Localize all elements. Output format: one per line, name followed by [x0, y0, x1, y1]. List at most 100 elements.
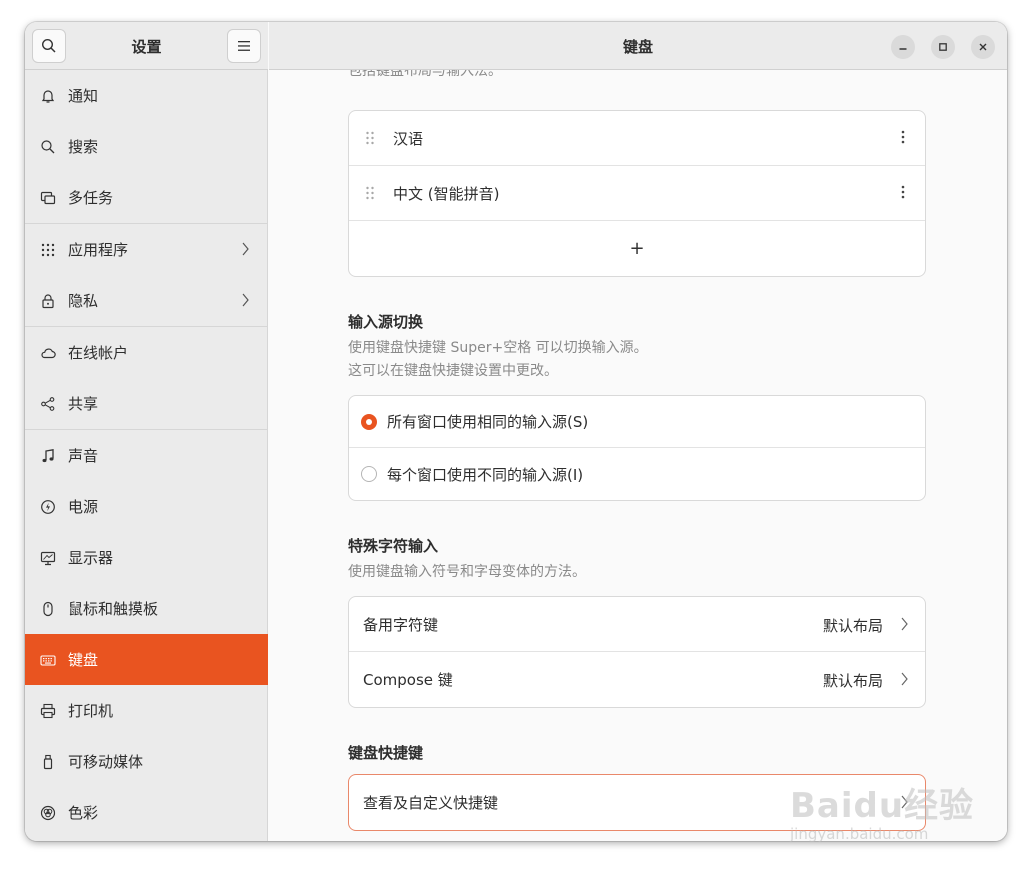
sidebar-item-multitasking[interactable]: 多任务 — [25, 172, 268, 223]
drag-handle-icon[interactable] — [365, 185, 377, 201]
sidebar-item-printers[interactable]: 打印机 — [25, 685, 268, 736]
sidebar-item-color[interactable]: 色彩 — [25, 787, 268, 838]
lock-icon — [39, 292, 57, 310]
sidebar-item-search[interactable]: 搜索 — [25, 121, 268, 172]
drag-handle-icon[interactable] — [365, 130, 377, 146]
maximize-button[interactable] — [931, 35, 955, 59]
radio-unchecked[interactable] — [361, 466, 377, 482]
view-customize-shortcuts-row[interactable]: 查看及自定义快捷键 — [349, 775, 925, 830]
main-menu-button[interactable] — [227, 29, 261, 63]
sidebar-item-label: 在线帐户 — [68, 344, 129, 362]
sidebar: 设置 通知 搜索 多任务 应用程序 隐私 在线帐户 共享 声音 电源 显示器 鼠… — [25, 22, 268, 841]
input-sources-list: 汉语 中文 (智能拼音) + — [348, 110, 926, 277]
sidebar-item-applications[interactable]: 应用程序 — [25, 224, 268, 275]
radio-checked[interactable] — [361, 413, 377, 430]
hamburger-icon — [238, 41, 250, 51]
special-chars-list: 备用字符键 默认布局 Compose 键 默认布局 — [348, 596, 926, 708]
row-label: 备用字符键 — [363, 615, 439, 634]
search-button[interactable] — [32, 29, 66, 63]
minimize-button[interactable] — [891, 35, 915, 59]
monitor-icon — [39, 549, 57, 567]
search-icon — [41, 38, 56, 53]
sidebar-item-label: 色彩 — [68, 804, 99, 822]
bell-icon — [39, 87, 57, 105]
add-label: + — [629, 238, 645, 259]
sidebar-item-removable-media[interactable]: 可移动媒体 — [25, 736, 268, 787]
sidebar-item-label: 声音 — [68, 447, 99, 465]
switching-description-line: 这可以在键盘快捷键设置中更改。 — [348, 363, 558, 379]
row-value: 默认布局 — [822, 617, 883, 635]
chevron-right-icon — [899, 616, 909, 636]
main-panel: 键盘 包括键盘布局与输入法。 汉语 中文 (智能拼音) + 输入源切换 使用键盘… — [269, 22, 1007, 841]
sidebar-item-label: 鼠标和触摸板 — [68, 600, 159, 618]
row-label: 查看及自定义快捷键 — [363, 794, 499, 812]
shortcuts-section-title: 键盘快捷键 — [348, 744, 424, 762]
input-sources-description: 包括键盘布局与输入法。 — [348, 70, 502, 79]
sidebar-item-notifications[interactable]: 通知 — [25, 70, 268, 121]
input-source-row[interactable]: 中文 (智能拼音) — [349, 166, 925, 221]
switching-description: 使用键盘快捷键 Super+空格 可以切换输入源。 这可以在键盘快捷键设置中更改… — [348, 337, 648, 383]
share-icon — [39, 395, 57, 413]
add-input-source-button[interactable]: + — [349, 221, 925, 276]
sidebar-item-label: 搜索 — [68, 138, 99, 156]
input-source-row[interactable]: 汉语 — [349, 111, 925, 166]
sidebar-item-label: 可移动媒体 — [68, 753, 144, 771]
chevron-right-icon — [240, 241, 250, 261]
chevron-right-icon — [240, 292, 250, 312]
power-icon — [39, 498, 57, 516]
content-scroll[interactable]: 包括键盘布局与输入法。 汉语 中文 (智能拼音) + 输入源切换 使用键盘快捷键… — [269, 70, 1007, 841]
row-label: Compose 键 — [363, 671, 453, 689]
input-source-label: 汉语 — [393, 129, 424, 148]
compose-key-row[interactable]: Compose 键 默认布局 — [349, 652, 925, 707]
sidebar-header: 设置 — [25, 22, 268, 70]
switching-section-title: 输入源切换 — [348, 313, 424, 331]
sidebar-item-label: 通知 — [68, 87, 99, 105]
color-wheel-icon — [39, 804, 57, 822]
app-grid-icon — [39, 241, 57, 259]
row-value: 默认布局 — [822, 672, 883, 690]
sidebar-item-mouse-touchpad[interactable]: 鼠标和触摸板 — [25, 583, 268, 634]
shortcuts-list: 查看及自定义快捷键 — [348, 774, 926, 831]
sidebar-item-sound[interactable]: 声音 — [25, 430, 268, 481]
same-source-option[interactable]: 所有窗口使用相同的输入源(S) — [349, 396, 925, 448]
chevron-right-icon — [899, 794, 909, 814]
sidebar-item-online-accounts[interactable]: 在线帐户 — [25, 327, 268, 378]
special-chars-description: 使用键盘输入符号和字母变体的方法。 — [348, 564, 586, 580]
sidebar-item-label: 打印机 — [68, 702, 114, 720]
alternate-chars-key-row[interactable]: 备用字符键 默认布局 — [349, 597, 925, 652]
music-note-icon — [39, 447, 57, 465]
sidebar-item-power[interactable]: 电源 — [25, 481, 268, 532]
sidebar-item-label: 应用程序 — [68, 241, 129, 259]
search-icon — [39, 138, 57, 156]
settings-window: 设置 通知 搜索 多任务 应用程序 隐私 在线帐户 共享 声音 电源 显示器 鼠… — [25, 22, 1007, 841]
usb-drive-icon — [39, 753, 57, 771]
per-window-source-option[interactable]: 每个窗口使用不同的输入源(I) — [349, 448, 925, 500]
option-label: 每个窗口使用不同的输入源(I) — [387, 465, 584, 484]
mouse-icon — [39, 600, 57, 618]
close-icon — [979, 43, 987, 51]
sidebar-item-label: 显示器 — [68, 549, 114, 567]
chevron-right-icon — [899, 671, 909, 691]
sidebar-item-label: 隐私 — [68, 292, 99, 310]
more-options-icon[interactable] — [901, 185, 905, 203]
sidebar-item-label: 电源 — [68, 498, 99, 516]
sidebar-item-label: 多任务 — [68, 189, 114, 207]
sidebar-item-label: 键盘 — [68, 651, 99, 669]
sidebar-item-sharing[interactable]: 共享 — [25, 378, 268, 429]
printer-icon — [39, 702, 57, 720]
input-source-label: 中文 (智能拼音) — [393, 184, 500, 203]
option-label: 所有窗口使用相同的输入源(S) — [387, 413, 589, 431]
keyboard-icon — [39, 651, 57, 669]
special-chars-section-title: 特殊字符输入 — [348, 537, 439, 555]
sidebar-item-keyboard[interactable]: 键盘 — [25, 634, 268, 685]
sidebar-item-privacy[interactable]: 隐私 — [25, 275, 268, 326]
more-options-icon[interactable] — [901, 130, 905, 148]
switching-options: 所有窗口使用相同的输入源(S) 每个窗口使用不同的输入源(I) — [348, 395, 926, 501]
close-button[interactable] — [971, 35, 995, 59]
sidebar-item-displays[interactable]: 显示器 — [25, 532, 268, 583]
switching-description-line: 使用键盘快捷键 Super+空格 可以切换输入源。 — [348, 340, 648, 356]
maximize-icon — [939, 43, 947, 51]
minimize-icon — [899, 48, 907, 50]
cloud-icon — [39, 344, 57, 362]
sidebar-item-label: 共享 — [68, 395, 99, 413]
